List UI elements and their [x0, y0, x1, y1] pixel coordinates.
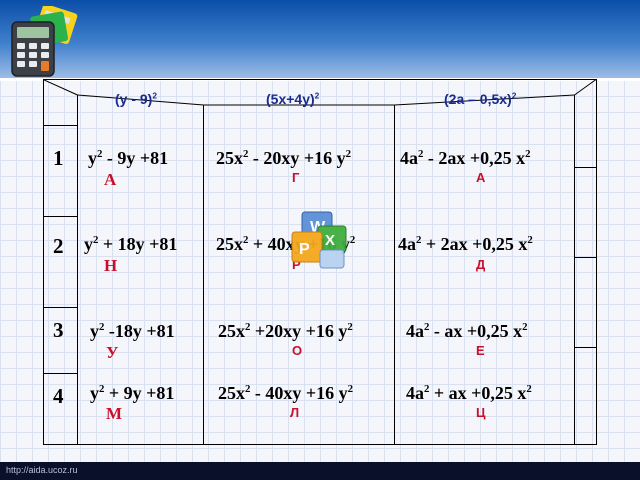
answer-letter-r4-c1: М	[106, 404, 123, 423]
expression-r1-c1: y2 - 9y +81	[88, 148, 169, 168]
expression-r2-c1: y2 + 18y +81	[84, 234, 178, 254]
calculator-icon	[11, 6, 78, 77]
expression-r1-c2: 25x2 - 20xy +16 y2	[216, 148, 352, 168]
svg-text:P: P	[299, 241, 310, 258]
expression-r3-c2: 25x2 +20xy +16 y2	[218, 321, 353, 341]
footer-url[interactable]: http://aida.ucoz.ru	[6, 465, 78, 475]
answer-letter-r4-c3: Ц	[476, 405, 486, 420]
expression-r4-c3: 4a2 + ax +0,25 x2	[406, 383, 532, 403]
answer-letter-r4-c2: Л	[290, 405, 300, 420]
office-documents-icon: W X P	[291, 211, 347, 269]
column-header-1: (y - 9)2	[115, 90, 158, 107]
expression-r2-c3: 4a2 + 2ax +0,25 x2	[398, 234, 533, 254]
answer-letter-r1-c2: Г	[292, 170, 300, 185]
answer-letter-r3-c1: У	[106, 343, 119, 362]
expression-r1-c3: 4a2 - 2ax +0,25 x2	[400, 148, 531, 168]
row-number-3: 3	[53, 318, 64, 342]
answer-letter-r2-c3: Д	[476, 257, 486, 272]
answer-letter-r3-c3: Е	[476, 343, 485, 358]
answer-letter-r1-c1: А	[104, 170, 117, 189]
row-number-1: 1	[53, 146, 64, 170]
expression-r3-c3: 4a2 - ax +0,25 x2	[406, 321, 528, 341]
svg-text:X: X	[325, 232, 335, 249]
expression-r4-c2: 25x2 - 40xy +16 y2	[218, 383, 354, 403]
title-bar	[0, 0, 640, 78]
column-header-3: (2a – 0,5x)2	[444, 90, 517, 107]
answer-letter-r1-c3: А	[476, 170, 486, 185]
footer-bar	[0, 462, 640, 480]
row-number-4: 4	[53, 384, 64, 408]
answer-letter-r2-c1: Н	[104, 256, 118, 275]
column-header-2: (5x+4y)2	[266, 90, 320, 107]
answer-letter-r3-c2: О	[292, 343, 303, 358]
expression-r4-c1: y2 + 9y +81	[90, 383, 175, 403]
expression-r3-c1: y2 -18y +81	[90, 321, 175, 341]
row-number-2: 2	[53, 234, 64, 258]
